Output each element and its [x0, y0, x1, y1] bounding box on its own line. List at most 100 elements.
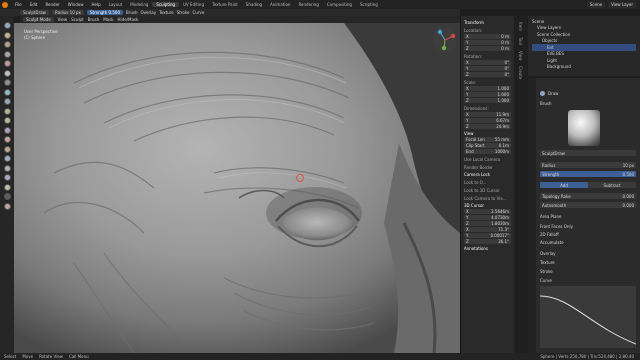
- layer-tool-icon[interactable]: [3, 50, 11, 58]
- strength-field[interactable]: Strength 0.500: [86, 10, 123, 15]
- properties-tabs[interactable]: [528, 78, 536, 353]
- local-camera-checkbox[interactable]: Use Local Camera: [464, 157, 511, 162]
- cursor-location-z-field[interactable]: Z 1.8030m: [464, 221, 511, 226]
- radius-field[interactable]: Radius 10 px: [51, 10, 84, 15]
- tab-texture-paint[interactable]: Texture Paint: [208, 2, 242, 7]
- dimensions-z-field[interactable]: Z 24.9m: [464, 124, 511, 129]
- add-button[interactable]: Add: [540, 182, 588, 188]
- brush-panel-header[interactable]: Brush: [540, 100, 552, 106]
- flatten-tool-icon[interactable]: [3, 98, 11, 105]
- tab-rendering[interactable]: Rendering: [294, 2, 322, 7]
- front-faces-checkbox[interactable]: Front Faces Only: [540, 223, 573, 229]
- header-menu-texture[interactable]: Texture: [159, 10, 174, 15]
- tab-layout[interactable]: Layout: [105, 2, 127, 7]
- tab-create[interactable]: Create: [518, 66, 523, 79]
- clay-tool-icon[interactable]: [3, 31, 11, 39]
- falloff-curve-widget[interactable]: [540, 286, 636, 348]
- texture-panel-header[interactable]: Texture: [540, 259, 555, 265]
- tab-tool[interactable]: Tool: [518, 37, 523, 45]
- brush-datablock-field[interactable]: SculptDraw: [540, 150, 636, 156]
- tab-compositing[interactable]: Compositing: [323, 2, 356, 7]
- lock-to-object-field[interactable]: Lock to O...: [464, 180, 511, 185]
- crease-tool-icon[interactable]: [3, 79, 11, 86]
- cursor-rotation-z-field[interactable]: Z 36.1°: [464, 239, 511, 244]
- area-plane-field[interactable]: Area Plane: [540, 213, 561, 219]
- autosmooth-field[interactable]: Autosmooth 0.000: [540, 202, 636, 208]
- location-z-field[interactable]: Z 0 m: [464, 46, 511, 51]
- subtract-button[interactable]: Subtract: [588, 182, 636, 188]
- sculpt-menu[interactable]: Sculpt: [71, 17, 84, 22]
- tab-view[interactable]: View: [518, 51, 523, 61]
- thumb-tool-icon[interactable]: [3, 155, 11, 162]
- render-border-checkbox[interactable]: Render Border: [464, 165, 511, 170]
- header-menu-stroke[interactable]: Stroke: [177, 10, 190, 15]
- inflate-tool-icon[interactable]: [3, 60, 11, 67]
- rotation-x-field[interactable]: X 0°: [464, 60, 511, 65]
- curve-panel-header[interactable]: Curve: [540, 277, 552, 283]
- 3d-cursor-section[interactable]: 3D Cursor: [464, 203, 511, 208]
- tab-shading[interactable]: Shading: [242, 2, 266, 7]
- rotation-y-field[interactable]: Y 0°: [464, 66, 511, 71]
- cursor-location-y-field[interactable]: Y 4.0730m: [464, 215, 511, 220]
- focal-length-field[interactable]: Focal Len 55 mm: [464, 137, 511, 142]
- stroke-panel-header[interactable]: Stroke: [540, 268, 553, 274]
- cursor-rotation-x-field[interactable]: X 71.3°: [464, 227, 511, 232]
- simplify-tool-icon[interactable]: [3, 183, 11, 191]
- clip-end-field[interactable]: End 1000m: [464, 149, 511, 154]
- scale-y-field[interactable]: Y 1.000: [464, 92, 511, 97]
- falloff-checkbox[interactable]: 2D Falloff: [540, 231, 559, 237]
- tab-item[interactable]: Item: [518, 22, 523, 31]
- menu-help[interactable]: Help: [87, 2, 104, 7]
- cursor-rotation-y-field[interactable]: Y 0.00017°: [464, 233, 511, 238]
- mode-selector[interactable]: Sculpt Mode: [23, 17, 54, 22]
- pinch-tool-icon[interactable]: [3, 126, 11, 134]
- header-menu-brush[interactable]: Brush: [126, 10, 138, 15]
- cursor-location-x-field[interactable]: X 2.5646m: [464, 209, 511, 214]
- dimensions-y-field[interactable]: Y 6.67m: [464, 118, 511, 123]
- blob-tool-icon[interactable]: [3, 69, 11, 77]
- camera-lock-section[interactable]: Camera Lock: [464, 172, 511, 177]
- tab-scripting[interactable]: Scripting: [356, 2, 382, 7]
- transform-section[interactable]: Transform: [464, 20, 511, 25]
- hide-mask-menu[interactable]: Hide/Mask: [118, 17, 139, 22]
- header-menu-curve[interactable]: Curve: [193, 10, 205, 15]
- scale-z-field[interactable]: Z 1.000: [464, 98, 511, 103]
- navigation-gizmo-icon[interactable]: [432, 27, 458, 53]
- brush-menu[interactable]: Brush: [88, 17, 100, 22]
- view-menu[interactable]: View: [58, 17, 68, 22]
- scene-selector[interactable]: Scene: [586, 1, 606, 8]
- clay-strips-tool-icon[interactable]: [3, 41, 11, 48]
- 3d-viewport[interactable]: [14, 23, 460, 353]
- header-menu-overlay[interactable]: Overlay: [141, 10, 157, 15]
- grab-tool-icon[interactable]: [3, 136, 11, 143]
- mask-tool-icon[interactable]: [3, 193, 11, 200]
- lock-to-cursor-checkbox[interactable]: Lock to 3D Cursor: [464, 188, 511, 193]
- location-y-field[interactable]: Y 0 m: [464, 40, 511, 45]
- menu-file[interactable]: File: [11, 2, 26, 7]
- accumulate-checkbox[interactable]: Accumulate: [540, 239, 564, 245]
- topology-rake-field[interactable]: Topology Rake 0.000: [540, 193, 636, 199]
- clip-start-field[interactable]: Clip Start 0.1m: [464, 143, 511, 148]
- tab-uv-editing[interactable]: UV Editing: [179, 2, 208, 7]
- location-x-field[interactable]: X 0 m: [464, 34, 511, 39]
- annotations-section[interactable]: Annotations: [464, 246, 511, 251]
- brush-selector[interactable]: SculptDraw: [20, 10, 49, 15]
- brush-preview-image[interactable]: [568, 110, 600, 146]
- nudge-tool-icon[interactable]: [3, 164, 11, 172]
- scale-x-field[interactable]: X 1.000: [464, 86, 511, 91]
- menu-window[interactable]: Window: [64, 2, 88, 7]
- outliner-item[interactable]: Background: [532, 64, 636, 71]
- view-section[interactable]: View: [464, 131, 511, 136]
- view-layer-selector[interactable]: View Layer: [608, 1, 636, 8]
- mask-menu[interactable]: Mask: [103, 17, 113, 22]
- lock-camera-checkbox[interactable]: Lock Camera to Vie...: [464, 196, 511, 201]
- strength-property-field[interactable]: Strength 0.500: [540, 171, 636, 177]
- rotate-tool-icon[interactable]: [3, 174, 11, 181]
- menu-render[interactable]: Render: [41, 2, 63, 7]
- smooth-tool-icon[interactable]: [3, 88, 11, 96]
- snake-hook-tool-icon[interactable]: [3, 145, 11, 153]
- radius-property-field[interactable]: Radius 10 px: [540, 162, 636, 168]
- draw-tool-icon[interactable]: [3, 22, 11, 29]
- blender-logo-icon[interactable]: [2, 1, 8, 8]
- fill-tool-icon[interactable]: [3, 107, 11, 115]
